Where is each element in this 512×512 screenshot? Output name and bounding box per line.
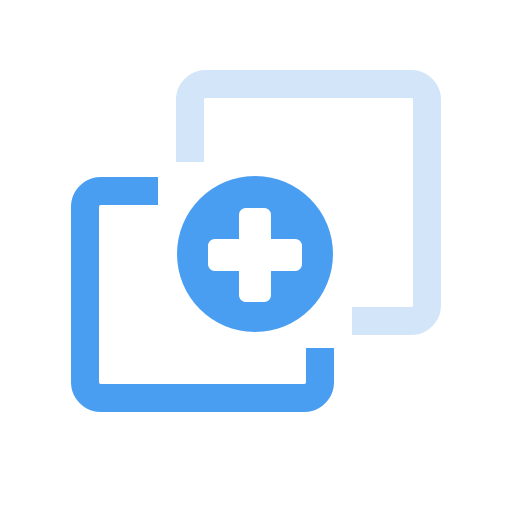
icon-canvas [0, 0, 512, 512]
duplicate-add-icon [71, 70, 441, 412]
plus-icon-horizontal [208, 239, 302, 271]
